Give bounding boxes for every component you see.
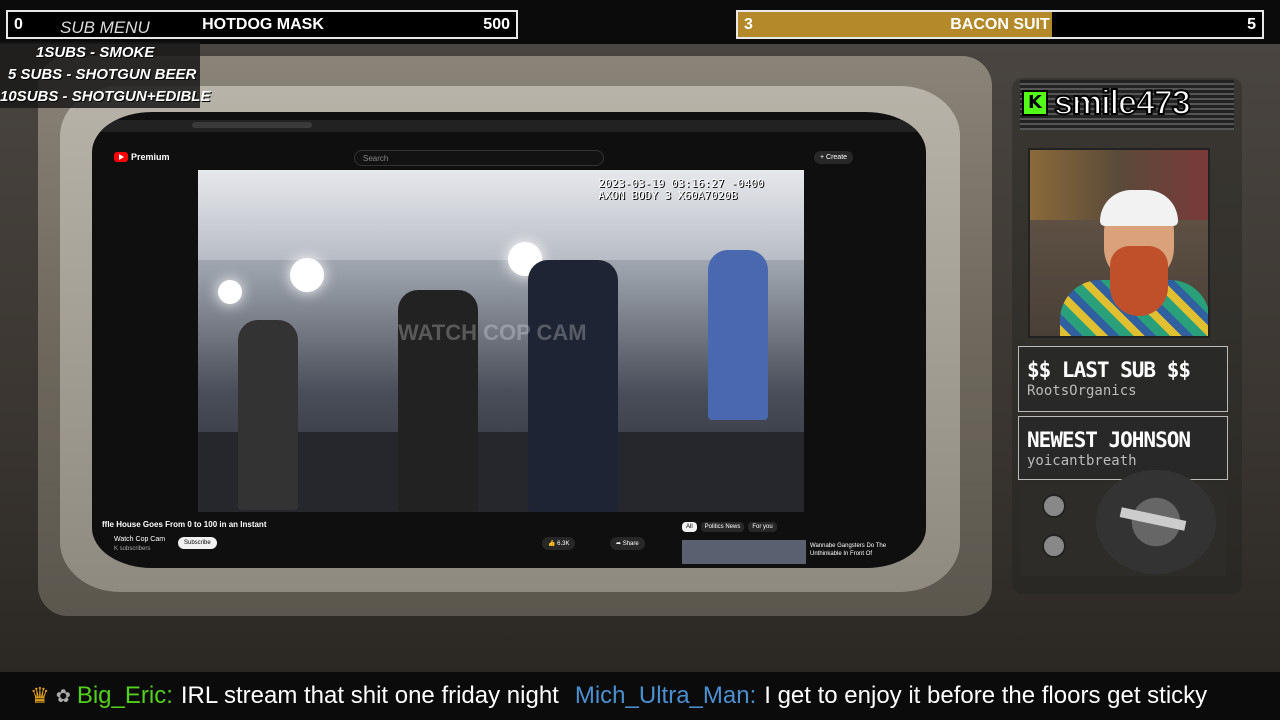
sub-menu-item: 10SUBS - SHOTGUN+EDIBLE: [0, 88, 211, 105]
video-watermark: WATCH COP CAM: [398, 320, 587, 345]
channel-name-label: smile473: [1053, 83, 1192, 123]
create-button[interactable]: + Create: [814, 151, 854, 164]
last-sub-box: $$ LAST SUB $$ RootsOrganics: [1018, 346, 1228, 412]
video-player[interactable]: WATCH COP CAM 2023-03-19 03:16:27 -0400 …: [198, 170, 804, 512]
youtube-play-icon: [114, 152, 128, 162]
bodycam-stamp: 2023-03-19 03:16:27 -0400 AXON BODY 3 X6…: [598, 178, 764, 202]
webcam-beard: [1110, 246, 1168, 316]
kick-icon: K: [1022, 90, 1048, 116]
newest-label: NEWEST JOHNSON: [1027, 428, 1191, 452]
goal-bar-bacon-suit: 3 BACON SUIT 5: [736, 10, 1264, 39]
thumbs-up-icon: 👍: [548, 541, 558, 547]
video-scene-light: [290, 258, 324, 292]
recommendation-chips: All Politics News For you: [682, 522, 777, 532]
chat-message: I get to enjoy it before the floors get …: [764, 682, 1208, 709]
channel-name[interactable]: Watch Cop Cam: [114, 536, 165, 543]
goal-end: 5: [1247, 15, 1256, 33]
subscriber-badge-icon: ✿: [55, 685, 71, 706]
channel-badge: K smile473: [1022, 83, 1192, 123]
contrast-knob: [1042, 534, 1066, 558]
recommended-thumbnail[interactable]: [682, 540, 806, 564]
recommended-title[interactable]: Wannabe Gangsters Do The Unthinkable In …: [810, 542, 900, 558]
last-sub-label: $$ LAST SUB $$: [1027, 358, 1191, 382]
subscriber-count: K subscribers: [114, 546, 151, 552]
bodycam-device: AXON BODY 3 X60A7020B: [598, 189, 738, 202]
like-button[interactable]: 👍 6.3K: [542, 537, 576, 550]
chat-message: IRL stream that shit one friday night: [180, 682, 559, 709]
brightness-knob: [1042, 494, 1066, 518]
share-label: Share: [622, 541, 639, 547]
chat-username: Mich_Ultra_Man:: [574, 682, 757, 709]
subscribe-button[interactable]: Subscribe: [178, 537, 217, 549]
chip-for-you[interactable]: For you: [748, 522, 777, 532]
youtube-search-input[interactable]: Search: [354, 150, 604, 166]
like-count: 6.3K: [557, 541, 570, 547]
sub-menu: 1SUBS - SMOKE 5 SUBS - SHOTGUN BEER 10SU…: [0, 42, 211, 108]
chip-politics-news[interactable]: Politics News: [700, 522, 745, 532]
tv-screen: Premium Search + Create WATCH COP CAM 20…: [92, 112, 926, 568]
youtube-logo-text: Premium: [131, 152, 170, 162]
sub-menu-item: 5 SUBS - SHOTGUN BEER: [8, 66, 197, 83]
youtube-logo[interactable]: Premium: [114, 152, 170, 162]
share-button[interactable]: ➦ Share: [610, 537, 645, 550]
chat-ticker: ♛ ✿ Big_Eric: IRL stream that shit one f…: [0, 672, 1280, 720]
newest-value: yoicantbreath: [1027, 453, 1137, 469]
video-scene-worker: [708, 250, 768, 420]
chip-all[interactable]: All: [682, 522, 697, 532]
chat-username: Big_Eric:: [76, 682, 173, 709]
sub-menu-item: 1SUBS - SMOKE: [36, 44, 155, 61]
goal-end: 500: [483, 15, 510, 33]
crown-icon: ♛: [30, 683, 50, 708]
newest-box: NEWEST JOHNSON yoicantbreath: [1018, 416, 1228, 480]
last-sub-value: RootsOrganics: [1027, 383, 1137, 399]
video-title: ffle House Goes From 0 to 100 in an Inst…: [102, 520, 267, 529]
video-scene-officer: [528, 260, 618, 512]
webcam-feed: [1028, 148, 1210, 338]
goal-title: BACON SUIT: [950, 15, 1050, 33]
share-icon: ➦: [616, 541, 623, 547]
goal-title: HOTDOG MASK: [202, 15, 324, 33]
video-scene-light: [218, 280, 242, 304]
browser-url-bar[interactable]: [192, 122, 312, 128]
video-scene-person: [238, 320, 298, 510]
